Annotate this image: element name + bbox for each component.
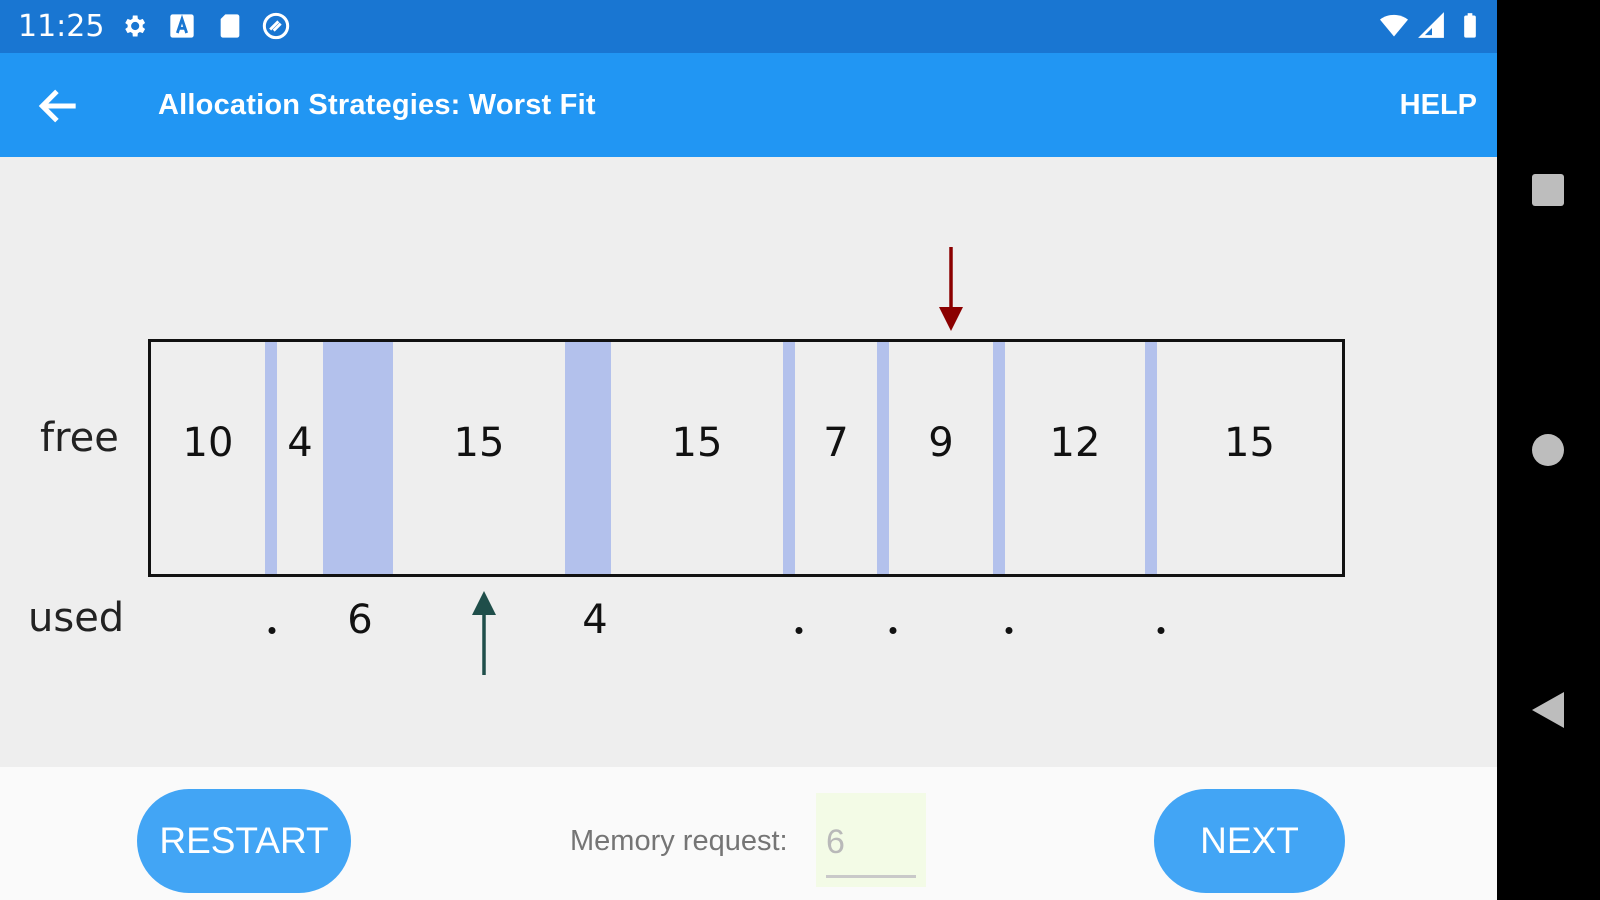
free-block-size: 4 [287, 420, 313, 466]
used-block-size: 6 [347, 597, 373, 643]
control-bar: RESTART Memory request: 6 NEXT [0, 767, 1497, 900]
back-triangle-icon[interactable] [1530, 690, 1566, 730]
arrow-left-icon[interactable] [34, 81, 84, 131]
device-screen: 11:25 Allocation Strategies: Worst Fit H… [0, 0, 1497, 900]
used-block [993, 342, 1005, 574]
used-block-marker [795, 627, 803, 634]
app-bar: Allocation Strategies: Worst Fit HELP [0, 53, 1497, 157]
used-block-marker [889, 627, 897, 634]
used-block-size: 4 [582, 597, 608, 643]
free-block: 7 [795, 342, 877, 574]
gear-icon [125, 15, 146, 37]
used-block [1145, 342, 1157, 574]
used-block-marker [1005, 627, 1013, 634]
used-block [565, 342, 611, 574]
signal-icon [1418, 12, 1444, 38]
used-block [323, 342, 393, 574]
pointer-arrow-up-icon [472, 591, 496, 675]
sd-card-icon [220, 14, 240, 38]
free-block-size: 15 [1224, 420, 1275, 466]
home-circle-icon[interactable] [1530, 432, 1566, 468]
next-button[interactable]: NEXT [1154, 789, 1345, 893]
restart-button[interactable]: RESTART [137, 789, 351, 893]
memory-request-value: 6 [826, 823, 845, 861]
free-block-size: 9 [928, 420, 954, 466]
free-block-size: 12 [1049, 420, 1101, 466]
used-block-marker [1157, 627, 1165, 634]
free-block: 12 [1005, 342, 1145, 574]
used-block [783, 342, 795, 574]
battery-icon [1464, 13, 1476, 38]
free-block: 10 [151, 342, 265, 574]
memory-request-input[interactable]: 6 [816, 793, 926, 887]
status-bar: 11:25 [0, 0, 1497, 53]
memory-request-label: Memory request: [570, 825, 788, 857]
wifi-icon [1380, 14, 1408, 37]
recents-square-icon[interactable] [1530, 172, 1566, 208]
free-block: 15 [1157, 342, 1342, 574]
free-block-size: 15 [453, 420, 505, 466]
memory-visualizer: free used 10 4 15 15 7 9 12 15 6 4 [0, 157, 1497, 767]
free-block: 15 [393, 342, 565, 574]
used-row-label: used [28, 595, 125, 641]
at-sign-icon [262, 12, 290, 40]
used-block [265, 342, 277, 574]
help-button[interactable]: HELP [1400, 89, 1477, 122]
candidate-arrow-down-icon [939, 247, 963, 331]
memory-block-container: 10 4 15 15 7 9 12 15 [148, 339, 1345, 577]
android-nav-bar [1497, 0, 1600, 900]
free-block: 4 [277, 342, 323, 574]
free-block: 9 [889, 342, 993, 574]
input-underline [826, 875, 916, 878]
used-block-marker [268, 627, 276, 634]
used-block [877, 342, 889, 574]
status-time: 11:25 [18, 9, 105, 44]
page-title: Allocation Strategies: Worst Fit [158, 89, 596, 121]
free-row-label: free [40, 415, 119, 461]
a-badge-icon [170, 14, 194, 38]
free-block: 15 [611, 342, 783, 574]
free-block-size: 15 [671, 420, 723, 466]
free-block-size: 7 [823, 420, 849, 466]
free-block-size: 10 [182, 420, 234, 466]
